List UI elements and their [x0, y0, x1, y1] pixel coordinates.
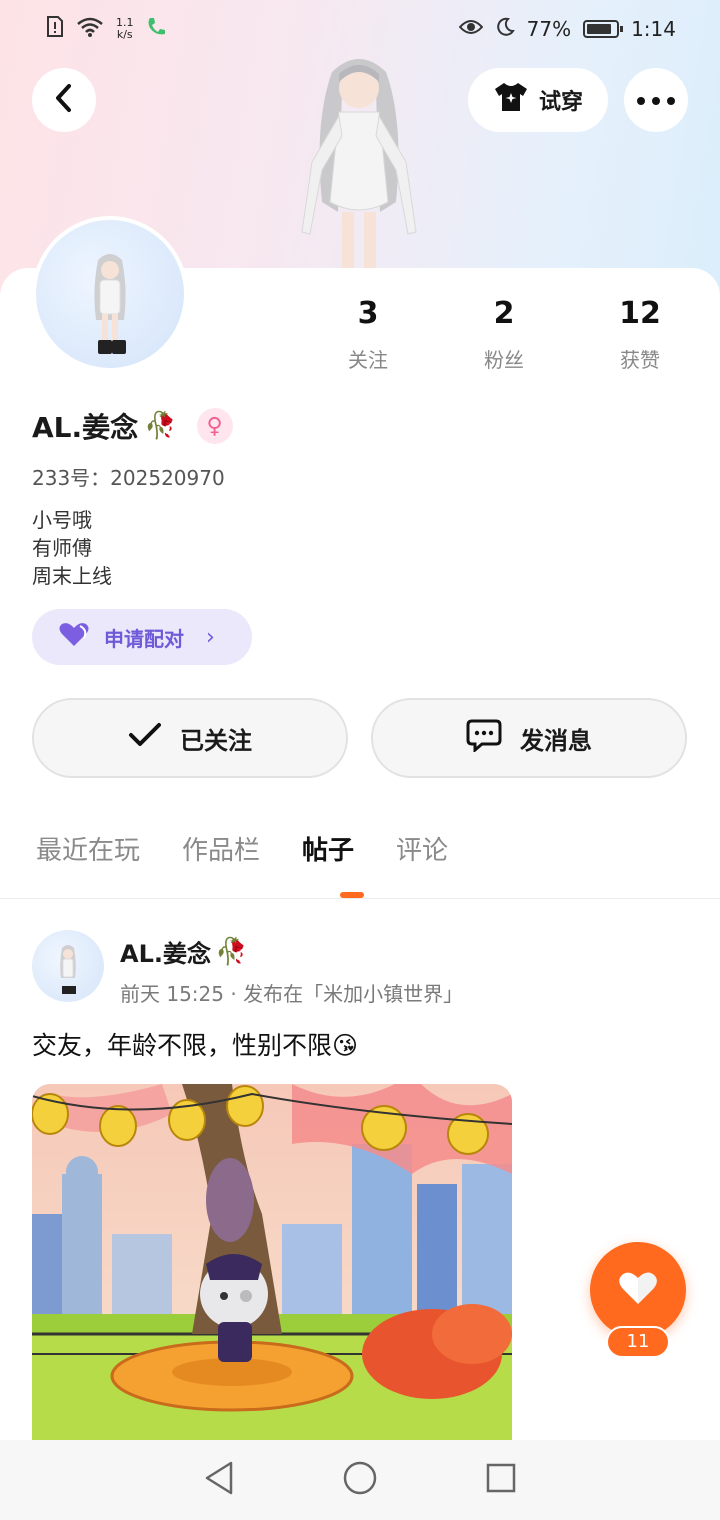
- send-message-button[interactable]: 发消息: [371, 698, 687, 778]
- more-options-button[interactable]: [624, 68, 688, 132]
- try-on-button[interactable]: 试穿: [468, 68, 608, 132]
- post-author-avatar[interactable]: [32, 930, 104, 1002]
- followed-button[interactable]: 已关注: [32, 698, 348, 778]
- sim-alert-icon: [46, 15, 64, 43]
- chat-bubble-icon: [466, 718, 502, 758]
- tshirt-icon: [493, 81, 529, 119]
- heart-pair-icon: [58, 622, 90, 653]
- nav-home-button[interactable]: [342, 1460, 378, 1500]
- username-text: AL.姜念: [32, 411, 139, 444]
- stat-value: 2: [493, 296, 515, 331]
- stat-label: 获赞: [620, 348, 660, 372]
- system-navigation-bar: [0, 1440, 720, 1520]
- rose-icon: 🥀: [214, 936, 248, 967]
- status-bar: 1.1 k/s 77% 1:14: [0, 0, 720, 58]
- post-text: 交友，年龄不限，性别不限😘: [32, 1031, 359, 1060]
- stat-value: 12: [619, 296, 661, 331]
- battery-icon: [583, 20, 624, 38]
- network-speed: 1.1 k/s: [116, 16, 134, 41]
- user-id: 233号：202520970: [32, 466, 225, 490]
- more-dots-icon: [636, 91, 676, 110]
- followed-label: 已关注: [180, 726, 252, 755]
- bio-line: 小号哦: [32, 508, 92, 532]
- back-button[interactable]: [32, 68, 96, 132]
- post-meta: 前天 15:25 · 发布在「米加小镇世界」: [120, 982, 464, 1006]
- eye-comfort-icon: [458, 17, 483, 41]
- avatar[interactable]: [32, 216, 188, 372]
- like-button[interactable]: [590, 1242, 686, 1338]
- post-author-name: AL.姜念: [120, 940, 211, 968]
- stat-following[interactable]: 3 关注: [300, 296, 436, 373]
- female-gender-icon: ♀: [196, 408, 233, 444]
- nav-recents-button[interactable]: [485, 1462, 517, 1498]
- tab-works[interactable]: 作品栏: [182, 830, 260, 880]
- post-image[interactable]: [32, 1084, 512, 1440]
- battery-percentage: 77%: [526, 17, 572, 41]
- tab-comments[interactable]: 评论: [396, 830, 448, 880]
- request-pair-label: 申请配对: [104, 626, 184, 651]
- chevron-right-icon: ›: [206, 624, 215, 650]
- post-author[interactable]: AL.姜念 🥀: [120, 934, 247, 969]
- try-on-label: 试穿: [538, 90, 583, 115]
- phone-call-icon: [146, 16, 166, 43]
- heart-icon: [618, 1270, 658, 1310]
- stat-value: 3: [357, 296, 379, 331]
- stat-followers[interactable]: 2 粉丝: [436, 296, 572, 373]
- profile-tabs: 最近在玩 作品栏 帖子 评论: [36, 830, 448, 880]
- tab-recently-played[interactable]: 最近在玩: [36, 830, 140, 880]
- chevron-left-icon: [53, 83, 75, 117]
- nav-back-button[interactable]: [203, 1460, 235, 1500]
- profile-stats: 3 关注 2 粉丝 12 获赞: [300, 296, 720, 373]
- bio-line: 周末上线: [32, 564, 112, 588]
- request-pair-button[interactable]: 申请配对 ›: [32, 609, 252, 665]
- checkmark-icon: [128, 722, 162, 754]
- tabs-divider: [0, 898, 720, 899]
- bio-line: 有师傅: [32, 536, 92, 560]
- moon-icon: [495, 17, 515, 42]
- tab-posts[interactable]: 帖子: [302, 830, 354, 880]
- stat-likes[interactable]: 12 获赞: [572, 296, 708, 373]
- avatar-character-figure: [284, 52, 434, 272]
- stat-label: 粉丝: [484, 348, 524, 372]
- send-message-label: 发消息: [520, 726, 592, 755]
- like-count: 11: [606, 1326, 670, 1358]
- profile-username: AL.姜念 🥀 ♀: [32, 406, 233, 446]
- rose-icon: 🥀: [144, 411, 177, 441]
- wifi-icon: [76, 16, 104, 43]
- stat-label: 关注: [348, 348, 388, 372]
- clock: 1:14: [631, 17, 676, 41]
- profile-bio: 小号哦 有师傅 周末上线: [32, 506, 112, 590]
